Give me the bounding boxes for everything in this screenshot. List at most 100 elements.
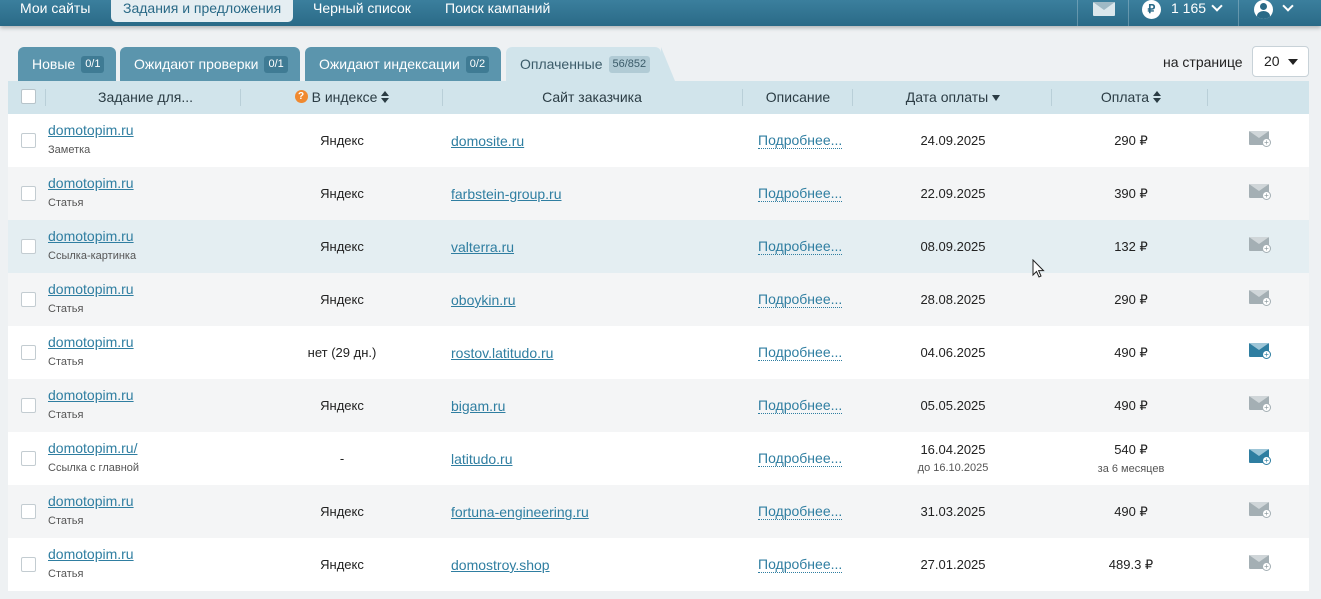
sort-desc-icon bbox=[992, 95, 1001, 102]
message-envelope-icon[interactable]: + bbox=[1249, 449, 1271, 465]
site-link[interactable]: domotopim.ru bbox=[48, 493, 134, 509]
nav-campaign-search[interactable]: Поиск кампаний bbox=[445, 0, 550, 22]
payment-amount-value: 540 ₽ bbox=[1114, 442, 1148, 457]
customer-site-link[interactable]: fortuna-engineering.ru bbox=[451, 504, 589, 520]
column-task[interactable]: Задание для... bbox=[53, 81, 238, 114]
payment-amount-value: 490 ₽ bbox=[1114, 398, 1148, 413]
select-all-checkbox[interactable] bbox=[21, 89, 36, 104]
sort-icon bbox=[381, 91, 390, 104]
message-envelope-icon[interactable]: + bbox=[1249, 184, 1271, 200]
table-row: domotopim.ru Статья нет (29 дн.) rostov.lat… bbox=[8, 326, 1309, 379]
site-link[interactable]: domotopim.ru bbox=[48, 228, 134, 244]
tab-awaiting-review[interactable]: Ожидают проверки 0/1 bbox=[120, 47, 300, 81]
details-link[interactable]: Подробнее... bbox=[758, 292, 843, 308]
column-in-index[interactable]: ? В индексе bbox=[250, 81, 434, 114]
balance-chevron-down-icon[interactable] bbox=[1211, 0, 1223, 12]
add-message-icon: + bbox=[1262, 244, 1271, 253]
message-envelope-icon[interactable]: + bbox=[1249, 237, 1271, 253]
user-chevron-down-icon[interactable] bbox=[1282, 0, 1294, 12]
customer-site-link[interactable]: domostroy.shop bbox=[451, 557, 550, 573]
payment-date-value: 22.09.2025 bbox=[920, 186, 986, 201]
row-checkbox[interactable] bbox=[21, 186, 36, 201]
payment-amount-value: 490 ₽ bbox=[1114, 345, 1148, 360]
nav-tasks-offers[interactable]: Задания и предложения bbox=[111, 0, 294, 22]
customer-site-link[interactable]: rostov.latitudo.ru bbox=[451, 345, 553, 361]
customer-site-link[interactable]: valterra.ru bbox=[451, 239, 514, 255]
messages-icon[interactable] bbox=[1093, 2, 1115, 16]
add-message-icon: + bbox=[1262, 191, 1271, 200]
details-link[interactable]: Подробнее... bbox=[758, 133, 843, 149]
row-checkbox[interactable] bbox=[21, 451, 36, 466]
message-envelope-icon[interactable]: + bbox=[1249, 396, 1271, 412]
payment-date: 16.04.2025 до 16.10.2025 bbox=[873, 442, 1033, 474]
row-checkbox[interactable] bbox=[21, 292, 36, 307]
tab-count-badge: 0/2 bbox=[465, 55, 490, 73]
payment-amount-value: 290 ₽ bbox=[1114, 292, 1148, 307]
customer-site-link[interactable]: domosite.ru bbox=[451, 133, 524, 149]
payment-amount: 490 ₽ bbox=[1058, 504, 1204, 520]
details-link[interactable]: Подробнее... bbox=[758, 451, 843, 467]
column-label: Оплата bbox=[1100, 89, 1150, 105]
customer-site-link[interactable]: oboykin.ru bbox=[451, 292, 516, 308]
details-link[interactable]: Подробнее... bbox=[758, 504, 843, 520]
tab-paid[interactable]: Оплаченные 56/852 bbox=[506, 47, 675, 81]
table-row: domotopim.ru Статья Яндекс farbstein-group.… bbox=[8, 167, 1309, 220]
message-envelope-icon[interactable]: + bbox=[1249, 131, 1271, 147]
tab-count-badge: 0/1 bbox=[264, 55, 288, 73]
column-divider bbox=[240, 89, 241, 106]
user-avatar-icon[interactable] bbox=[1254, 0, 1273, 19]
customer-site-link[interactable]: bigam.ru bbox=[451, 398, 505, 414]
payment-date-value: 16.04.2025 bbox=[920, 442, 986, 457]
customer-site-link[interactable]: latitudo.ru bbox=[451, 451, 512, 467]
payment-date: 27.01.2025 bbox=[873, 557, 1033, 572]
nav-my-sites[interactable]: Мои сайты bbox=[20, 0, 90, 22]
tab-count-badge: 0/1 bbox=[81, 55, 105, 73]
details-link[interactable]: Подробнее... bbox=[758, 398, 843, 414]
per-page-select[interactable]: 20 bbox=[1252, 46, 1309, 77]
message-envelope-icon[interactable]: + bbox=[1249, 555, 1271, 571]
payment-amount: 390 ₽ bbox=[1058, 186, 1204, 202]
row-checkbox[interactable] bbox=[21, 398, 36, 413]
tab-new[interactable]: Новые 0/1 bbox=[18, 47, 116, 81]
site-link[interactable]: domotopim.ru bbox=[48, 175, 134, 191]
site-link[interactable]: domotopim.ru bbox=[48, 122, 134, 138]
task-type: Ссылка-картинка bbox=[48, 250, 137, 262]
tab-awaiting-indexing[interactable]: Ожидают индексации 0/2 bbox=[305, 47, 501, 81]
table-row: domotopim.ru Статья Яндекс domostroy.shop По… bbox=[8, 538, 1309, 591]
nav-blacklist[interactable]: Черный список bbox=[313, 0, 411, 22]
customer-site-link[interactable]: farbstein-group.ru bbox=[451, 186, 562, 202]
task-type: Ссылка с главной bbox=[48, 462, 140, 474]
index-status: Яндекс bbox=[320, 398, 364, 413]
index-status: Яндекс bbox=[320, 186, 364, 201]
row-checkbox[interactable] bbox=[21, 557, 36, 572]
column-payment[interactable]: Оплата bbox=[1058, 81, 1204, 114]
details-link[interactable]: Подробнее... bbox=[758, 186, 843, 202]
add-message-icon: + bbox=[1262, 350, 1271, 359]
column-payment-date[interactable]: Дата оплаты bbox=[873, 81, 1033, 114]
details-link[interactable]: Подробнее... bbox=[758, 557, 843, 573]
row-checkbox[interactable] bbox=[21, 239, 36, 254]
row-checkbox[interactable] bbox=[21, 504, 36, 519]
payment-date-value: 24.09.2025 bbox=[920, 133, 986, 148]
ruble-coin-icon: ₽ bbox=[1142, 0, 1161, 19]
balance-amount[interactable]: 1 165 bbox=[1171, 0, 1206, 17]
row-checkbox[interactable] bbox=[21, 133, 36, 148]
payment-amount-value: 290 ₽ bbox=[1114, 133, 1148, 148]
message-envelope-icon[interactable]: + bbox=[1249, 290, 1271, 306]
help-icon[interactable]: ? bbox=[294, 89, 308, 103]
site-link[interactable]: domotopim.ru bbox=[48, 546, 134, 562]
column-label: Дата оплаты bbox=[905, 89, 989, 105]
message-envelope-icon[interactable]: + bbox=[1249, 502, 1271, 518]
task-type: Заметка bbox=[48, 144, 91, 156]
details-link[interactable]: Подробнее... bbox=[758, 239, 843, 255]
site-link[interactable]: domotopim.ru/ bbox=[48, 440, 137, 456]
column-label: В индексе bbox=[311, 89, 378, 105]
message-envelope-icon[interactable]: + bbox=[1249, 343, 1271, 359]
column-customer-site: Сайт заказчика bbox=[542, 89, 642, 105]
site-link[interactable]: domotopim.ru bbox=[48, 387, 134, 403]
row-checkbox[interactable] bbox=[21, 345, 36, 360]
details-link[interactable]: Подробнее... bbox=[758, 345, 843, 361]
site-link[interactable]: domotopim.ru bbox=[48, 281, 134, 297]
nav-divider bbox=[1128, 0, 1129, 26]
site-link[interactable]: domotopim.ru bbox=[48, 334, 134, 350]
